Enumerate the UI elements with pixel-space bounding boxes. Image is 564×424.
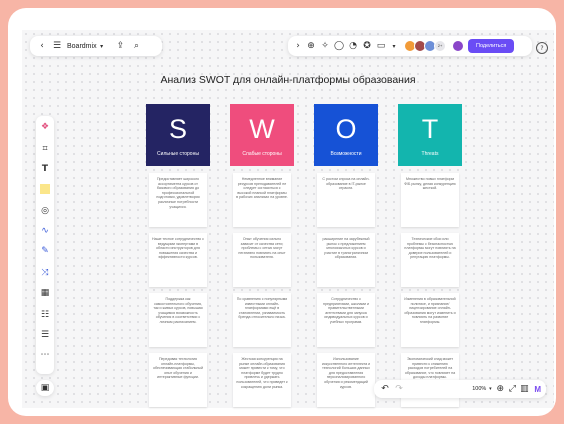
pen-icon[interactable]: ∿	[36, 224, 54, 238]
sticky-note[interactable]: Множество новых платформ Ф/Б рынку, дела…	[401, 173, 459, 227]
redo-icon[interactable]: ↷	[392, 384, 406, 394]
minimap-toggle[interactable]: ▣	[36, 380, 54, 396]
book-icon[interactable]: ▥	[518, 384, 530, 394]
tile-label: Возможности	[330, 151, 362, 157]
bottom-right-toolbar: ↶ ↷ 100% ▾ ⊕ ⤢ ▥ M	[374, 380, 546, 398]
timer-icon[interactable]: ◔	[346, 41, 360, 51]
user-avatar[interactable]	[452, 40, 464, 52]
left-toolbar: ❖ ⌗ T ◎ ∿ ✎ ⤨ ▦ ☷ ☰ ⋯	[36, 116, 54, 374]
template-icon[interactable]: ❖	[36, 120, 54, 134]
sticky-note-icon[interactable]	[36, 182, 54, 196]
sticky-note[interactable]: Жесткая конкуренция на рынке онлайн-обра…	[233, 353, 291, 407]
avatar-more-count[interactable]: 2+	[434, 40, 446, 52]
sticky-note[interactable]: Предоставляет широкого ассортимента курс…	[149, 173, 207, 227]
chevron-down-icon[interactable]: ▾	[97, 43, 107, 50]
frame-icon[interactable]: ⌗	[36, 142, 54, 156]
more-icon[interactable]: ⋯	[36, 348, 54, 362]
tile-letter: S	[168, 114, 187, 144]
sticky-note[interactable]: расширение на зарубежный рынок с предлож…	[317, 233, 375, 287]
tile-letter: O	[335, 114, 357, 144]
table-icon[interactable]: ▦	[36, 286, 54, 300]
sticky-note[interactable]: Немедленное внимание ресурсов преподават…	[233, 173, 291, 227]
share-button[interactable]: Поделиться	[468, 39, 515, 53]
sticky-note[interactable]: Сотрудничество с предприятиями, школами …	[317, 293, 375, 347]
add-icon[interactable]: ⊕	[304, 41, 318, 51]
zoom-level[interactable]: 100%	[472, 386, 486, 392]
sticky-note[interactable]: С ростом спроса на онлайн-образование в …	[317, 173, 375, 227]
collaborator-avatars[interactable]: 2+	[404, 40, 446, 52]
text-icon[interactable]: T	[36, 162, 54, 176]
sticky-note[interactable]: Наше тесное сотрудничество с ведущими эк…	[149, 233, 207, 287]
sticky-note[interactable]: Передовая технология онлайн-платформы, о…	[149, 353, 207, 407]
sticky-note[interactable]: Изменения в образовательной политике, и …	[401, 293, 459, 347]
present-icon[interactable]: ▭	[374, 41, 388, 51]
fit-screen-icon[interactable]: ⤢	[506, 384, 518, 394]
help-icon[interactable]: ?	[536, 42, 548, 54]
chevron-down-icon[interactable]: ▾	[486, 386, 494, 392]
shape-icon[interactable]: ◎	[36, 204, 54, 218]
tile-strengths[interactable]: S Сильные стороны	[146, 104, 210, 166]
mindmap-icon[interactable]: ☷	[36, 308, 54, 322]
ai-assistant-icon[interactable]: M	[534, 385, 541, 394]
vote-icon[interactable]: ✪	[360, 41, 374, 51]
connector-icon[interactable]: ⤨	[36, 266, 54, 280]
tile-threats[interactable]: T Threats	[398, 104, 462, 166]
more-chevron-icon[interactable]: ▾	[388, 43, 400, 50]
sticky-note[interactable]: По сравнению с популярными известными он…	[233, 293, 291, 347]
list-icon[interactable]: ☰	[36, 328, 54, 342]
back-icon[interactable]: ‹	[34, 41, 50, 51]
comment-icon[interactable]: ◯	[332, 41, 346, 51]
app-window: ‹ ☰ Boardmix ▾ ⇪ ⌕ › ⊕ ✧ ◯ ◔ ✪ ▭ ▾ 2+ По…	[8, 8, 556, 416]
tile-letter: W	[249, 114, 275, 144]
tile-label: Слабые стороны	[242, 151, 282, 157]
sticky-note[interactable]: Технические сбои или проблемы с безопасн…	[401, 233, 459, 287]
whiteboard-canvas[interactable]: ‹ ☰ Boardmix ▾ ⇪ ⌕ › ⊕ ✧ ◯ ◔ ✪ ▭ ▾ 2+ По…	[22, 30, 554, 408]
expand-icon[interactable]: ›	[292, 41, 304, 51]
tile-opportunities[interactable]: O Возможности	[314, 104, 378, 166]
shapes-icon[interactable]: ✧	[318, 41, 332, 51]
sticky-note[interactable]: Опыт обучения сильно зависит от качества…	[233, 233, 291, 287]
tile-weaknesses[interactable]: W Слабые стороны	[230, 104, 294, 166]
board-title: Анализ SWOT для онлайн-платформы образов…	[160, 74, 416, 86]
top-right-toolbar: › ⊕ ✧ ◯ ◔ ✪ ▭ ▾ 2+ Поделиться	[288, 36, 532, 56]
search-icon[interactable]: ⌕	[129, 41, 145, 51]
tile-label: Сильные стороны	[157, 151, 199, 157]
undo-icon[interactable]: ↶	[378, 384, 392, 394]
upload-icon[interactable]: ⇪	[113, 41, 129, 51]
top-left-toolbar: ‹ ☰ Boardmix ▾ ⇪ ⌕	[30, 36, 162, 56]
tile-letter: T	[421, 114, 439, 144]
menu-icon[interactable]: ☰	[50, 41, 64, 51]
zoom-in-icon[interactable]: ⊕	[494, 384, 506, 394]
sticky-note[interactable]: Поддержка как самостоятельного обучения,…	[149, 293, 207, 347]
tile-label: Threats	[421, 151, 439, 157]
highlighter-icon[interactable]: ✎	[36, 244, 54, 258]
minimap-icon: ▣	[40, 383, 50, 393]
app-name[interactable]: Boardmix	[67, 43, 97, 50]
sticky-note[interactable]: Использование искусственного интеллекта …	[317, 353, 375, 407]
